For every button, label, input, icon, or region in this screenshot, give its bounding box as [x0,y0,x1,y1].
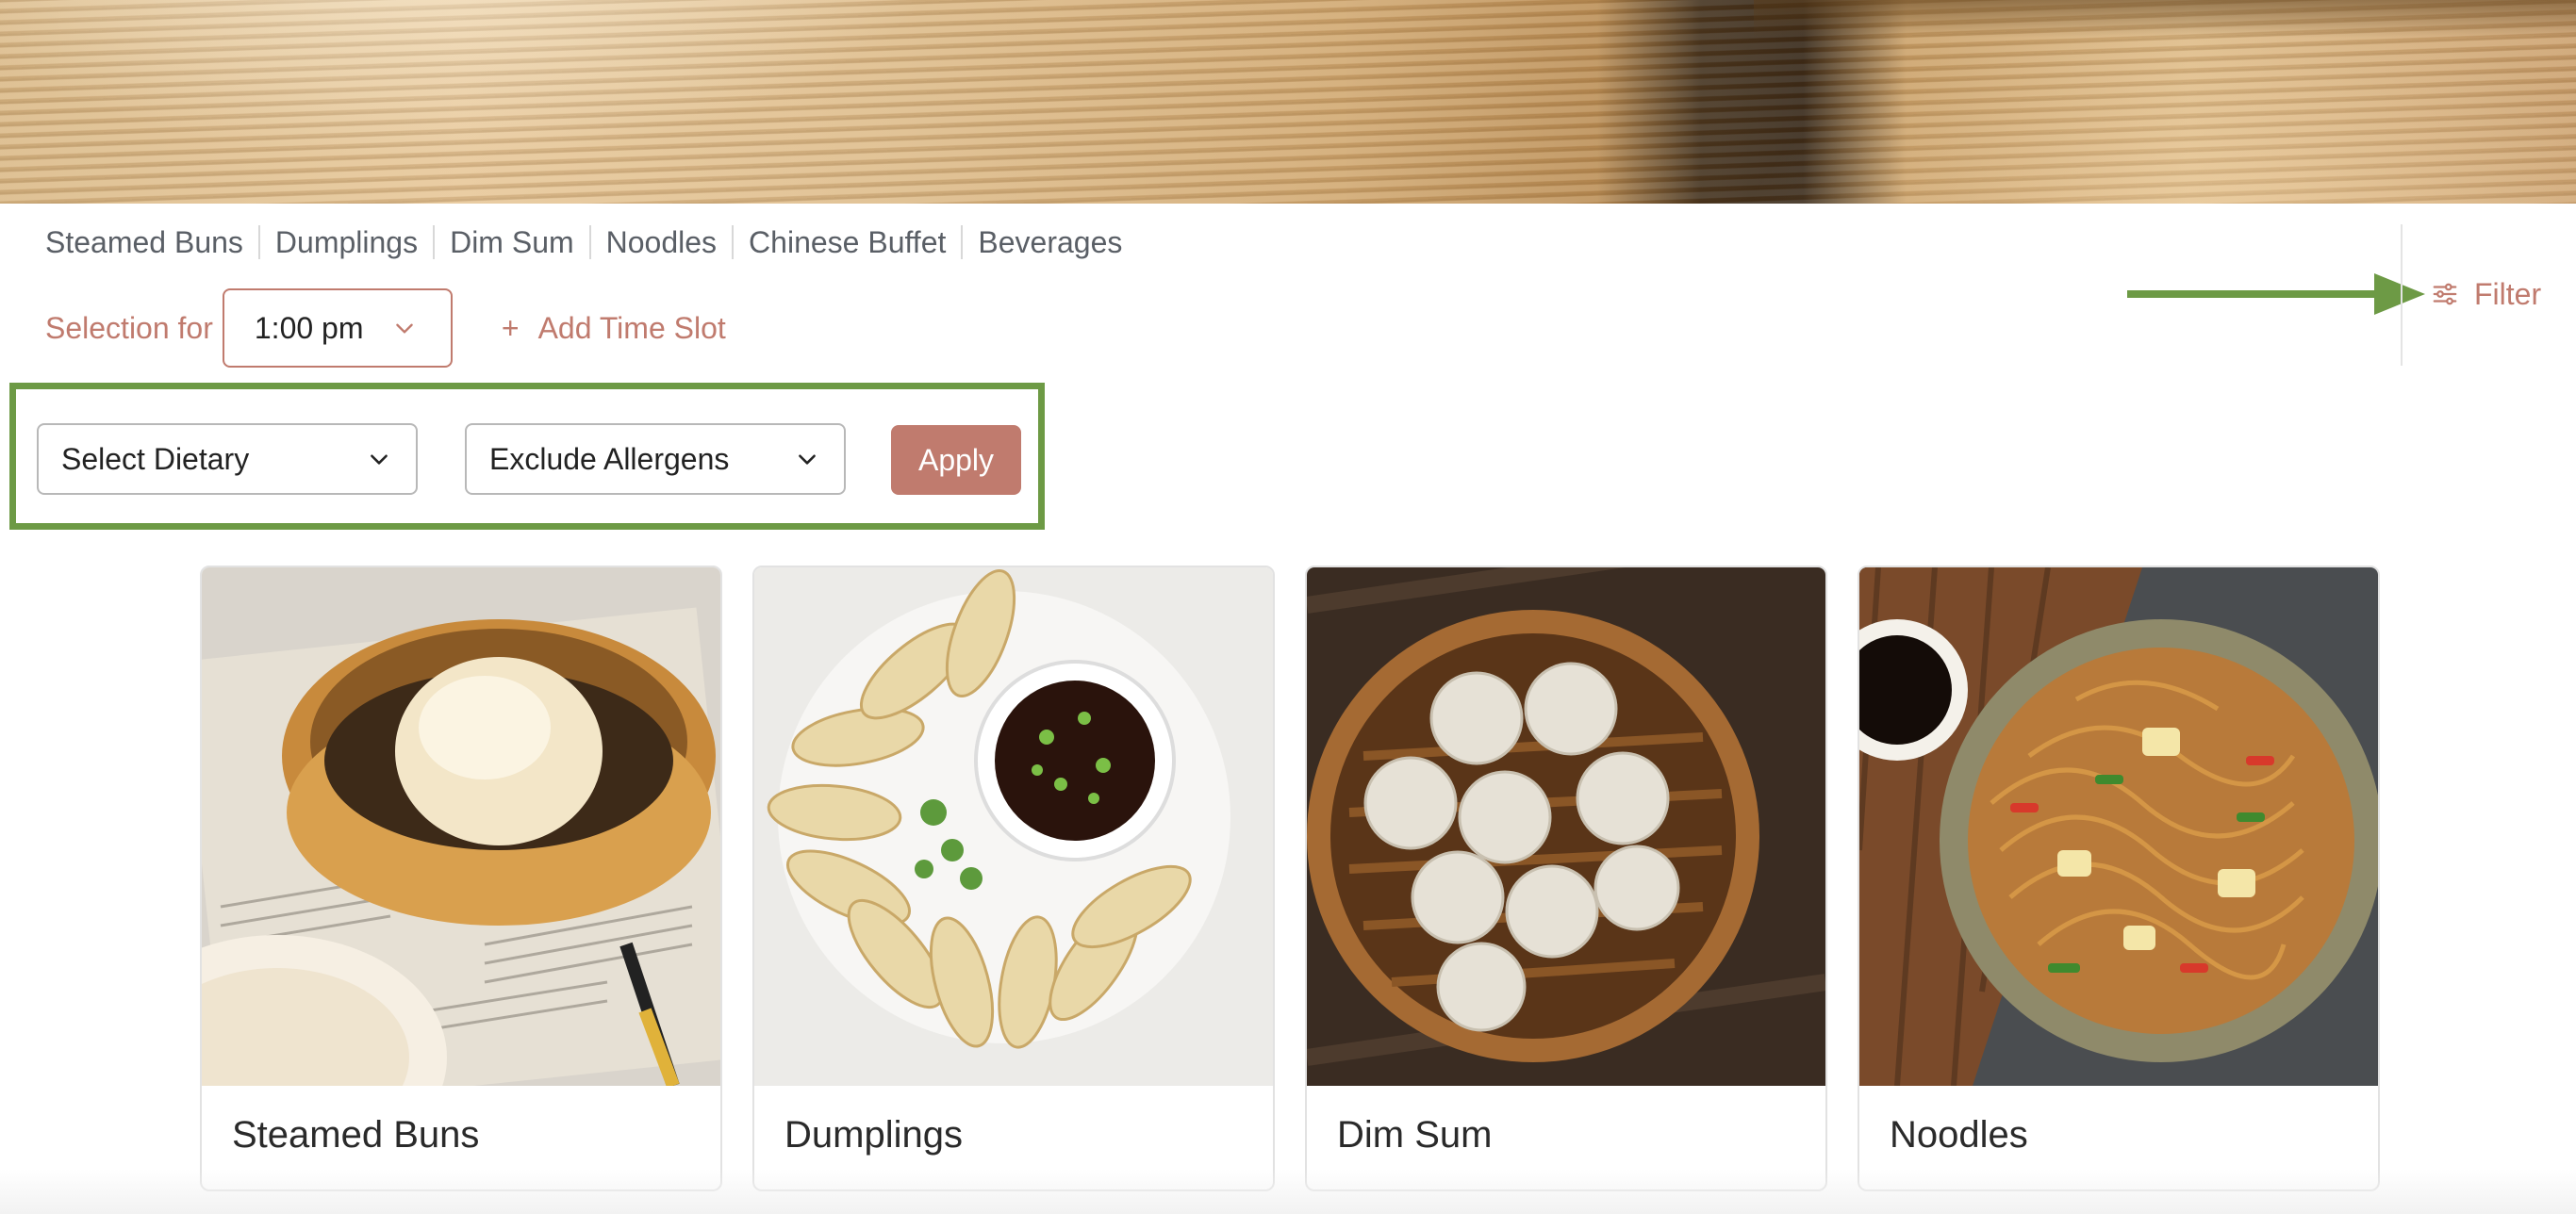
apply-button[interactable]: Apply [891,425,1021,495]
time-slot-value: 1:00 pm [254,310,364,345]
product-card-noodles[interactable]: Noodles [1858,566,2380,1191]
chevron-down-icon [799,454,816,465]
add-time-slot-button[interactable]: + Add Time Slot [502,311,726,346]
product-card-steamed-buns[interactable]: Steamed Buns [200,566,722,1191]
bottom-edge [0,1169,2576,1214]
arrow-annotation-icon [2127,273,2425,315]
category-tab-chinese-buffet[interactable]: Chinese Buffet [732,225,961,259]
filter-button-label: Filter [2474,276,2542,311]
noodles-photo [1859,567,2378,1086]
category-nav: Steamed Buns Dumplings Dim Sum Noodles C… [45,222,1137,262]
chevron-down-icon [371,454,388,465]
product-name: Dumplings [784,1114,963,1156]
dietary-select[interactable]: Select Dietary [37,423,418,495]
dim-sum-photo [1307,567,1825,1086]
category-tab-dim-sum[interactable]: Dim Sum [433,225,589,259]
category-tab-noodles[interactable]: Noodles [588,225,732,259]
add-time-slot-label: Add Time Slot [537,310,726,345]
allergens-select-label: Exclude Allergens [489,441,730,476]
allergens-select[interactable]: Exclude Allergens [465,423,846,495]
selection-label: Selection for [45,310,213,345]
vertical-divider [2401,224,2403,366]
product-card-dumplings[interactable]: Dumplings [752,566,1275,1191]
hero-banner [0,0,2576,204]
plus-icon: + [501,310,520,345]
time-slot-select[interactable]: 1:00 pm [222,288,453,368]
steamed-bun-photo [202,567,720,1086]
product-card-dim-sum[interactable]: Dim Sum [1305,566,1827,1191]
selection-row: Selection for 1:00 pm + Add Time Slot [45,288,726,368]
category-tab-dumplings[interactable]: Dumplings [257,225,433,259]
sliders-icon [2433,283,2457,305]
product-name: Dim Sum [1337,1114,1493,1156]
product-name: Steamed Buns [232,1114,480,1156]
filter-panel: Select Dietary Exclude Allergens Apply [9,383,1045,530]
category-tab-steamed-buns[interactable]: Steamed Buns [45,225,258,259]
filter-button[interactable]: Filter [2431,273,2541,315]
dumplings-photo [754,567,1273,1086]
category-tab-beverages[interactable]: Beverages [961,225,1137,259]
product-name: Noodles [1890,1114,2028,1156]
chevron-down-icon [396,323,413,334]
dietary-select-label: Select Dietary [61,441,250,476]
